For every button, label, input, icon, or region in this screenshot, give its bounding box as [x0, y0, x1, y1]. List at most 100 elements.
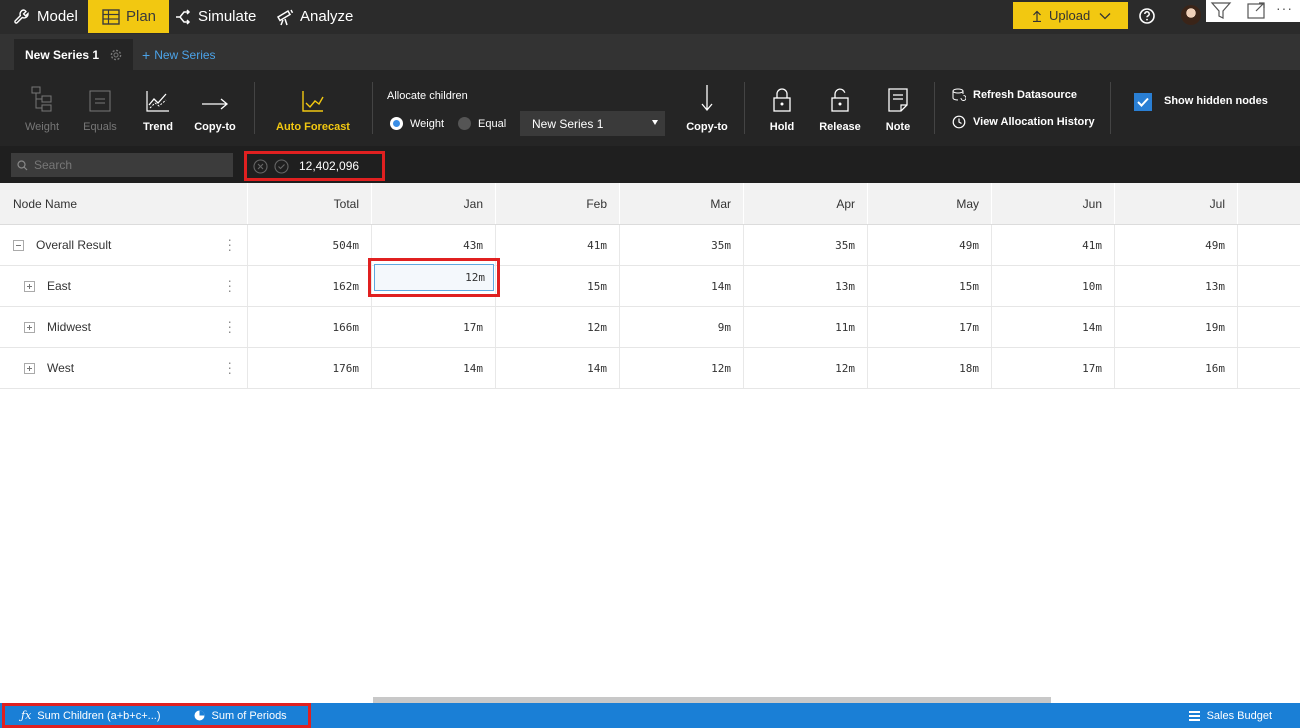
more-options-icon[interactable]: ··· [1276, 0, 1293, 16]
grid-cell[interactable]: 49m [868, 225, 992, 265]
grid-cell-total[interactable]: 176m [248, 348, 372, 388]
header-total[interactable]: Total [248, 183, 372, 224]
grid-cell[interactable]: 17m [372, 307, 496, 347]
show-hidden-nodes-checkbox[interactable] [1134, 93, 1152, 111]
search-input[interactable] [34, 158, 224, 172]
header-month[interactable]: May [868, 183, 992, 224]
help-icon[interactable] [1138, 7, 1156, 25]
history-label: View Allocation History [973, 116, 1095, 128]
copy-to-button[interactable]: Copy-to [192, 70, 238, 146]
vertical-ellipsis-icon[interactable]: · · · [227, 273, 232, 297]
grid-cell[interactable]: 12m [744, 348, 868, 388]
series-select[interactable]: New Series 1 [520, 111, 665, 136]
grid-cell[interactable]: 15m [868, 266, 992, 306]
header-month[interactable]: Apr [744, 183, 868, 224]
sum-children-formula[interactable]: ƒx Sum Children (a+b+c+...) [21, 709, 160, 722]
grid-cell[interactable]: 9m [620, 307, 744, 347]
grid-cell[interactable]: 13m [1115, 266, 1238, 306]
grid-cell[interactable]: 14m [992, 307, 1115, 347]
selected-cell[interactable]: 12m [368, 258, 500, 297]
expand-icon[interactable] [24, 280, 35, 292]
node-name-cell[interactable]: East · · · [0, 266, 248, 306]
header-month[interactable]: Feb [496, 183, 620, 224]
note-button[interactable]: Note [883, 70, 913, 146]
filter-icon[interactable] [1210, 1, 1232, 21]
grid-cell-total[interactable]: 504m [248, 225, 372, 265]
upload-button[interactable]: Upload [1013, 2, 1128, 29]
tab-new-series-1[interactable]: New Series 1 [14, 39, 133, 70]
nav-analyze[interactable]: Analyze [276, 0, 353, 33]
header-month[interactable]: Jun [992, 183, 1115, 224]
grid-cell[interactable]: 17m [868, 307, 992, 347]
nav-plan[interactable]: Plan [88, 0, 170, 33]
grid-cell[interactable]: 17m [992, 348, 1115, 388]
grid-cell[interactable]: 41m [992, 225, 1115, 265]
nav-simulate[interactable]: Simulate [174, 0, 256, 33]
confirm-circle-icon[interactable] [274, 158, 289, 174]
grid-cell[interactable]: 14m [620, 266, 744, 306]
radio-equal[interactable]: Equal [458, 117, 506, 130]
grid-cell[interactable]: 15m [496, 266, 620, 306]
telescope-icon [276, 9, 294, 25]
auto-forecast-button[interactable]: Auto Forecast [275, 70, 351, 146]
forecast-chart-icon [302, 91, 324, 112]
weight-button[interactable]: Weight [22, 70, 62, 146]
nav-label: Simulate [198, 8, 257, 25]
cancel-circle-icon[interactable] [253, 158, 268, 174]
grid-cell[interactable]: 12m [620, 348, 744, 388]
grid-cell[interactable]: 16m [1115, 348, 1238, 388]
trend-icon [146, 91, 169, 112]
trend-button[interactable]: Trend [140, 70, 176, 146]
vertical-ellipsis-icon[interactable]: · · · [227, 355, 232, 379]
refresh-datasource-link[interactable]: Refresh Datasource [952, 88, 1077, 101]
grid-cell-total[interactable]: 166m [248, 307, 372, 347]
vertical-ellipsis-icon[interactable]: · · · [227, 232, 232, 256]
grid-cell[interactable]: 14m [496, 348, 620, 388]
grid-cell[interactable]: 14m [372, 348, 496, 388]
grid-cell[interactable]: 41m [496, 225, 620, 265]
vertical-ellipsis-icon[interactable]: · · · [227, 314, 232, 338]
grid-cell[interactable]: 18m [868, 348, 992, 388]
copy-to-button-2[interactable]: Copy-to [684, 70, 730, 146]
grid-cell[interactable]: 10m [992, 266, 1115, 306]
avatar[interactable] [1181, 5, 1201, 25]
grid-cell[interactable]: 35m [620, 225, 744, 265]
sum-of-periods[interactable]: Sum of Periods [194, 710, 287, 722]
gear-icon[interactable] [110, 49, 122, 61]
focus-mode-icon[interactable] [1246, 1, 1268, 21]
grid-cell[interactable]: 35m [744, 225, 868, 265]
node-name-cell[interactable]: Overall Result · · · [0, 225, 248, 265]
grid-cell[interactable]: 13m [744, 266, 868, 306]
cell-value: 12m [835, 361, 855, 375]
header-month[interactable]: Mar [620, 183, 744, 224]
expand-icon[interactable] [24, 362, 35, 374]
hold-button[interactable]: Hold [768, 70, 796, 146]
equals-button[interactable]: Equals [81, 70, 119, 146]
node-name-cell[interactable]: West · · · [0, 348, 248, 388]
node-name-cell[interactable]: Midwest · · · [0, 307, 248, 347]
copy-to-label: Copy-to [194, 121, 236, 133]
radio-weight[interactable]: Weight [390, 117, 444, 130]
header-month[interactable]: Jul [1115, 183, 1238, 224]
ribbon-divider [372, 82, 373, 134]
collapse-icon[interactable] [13, 239, 24, 251]
grid-cell-total[interactable]: 162m [248, 266, 372, 306]
grid-cell[interactable]: 49m [1115, 225, 1238, 265]
new-series-button[interactable]: + New Series [142, 39, 216, 70]
cell-value: 10m [1082, 279, 1102, 293]
chevron-down-icon[interactable] [1099, 12, 1111, 20]
table-icon [102, 8, 120, 25]
expand-icon[interactable] [24, 321, 35, 333]
grid-cell[interactable]: 12m [496, 307, 620, 347]
nav-model[interactable]: Model [13, 0, 78, 33]
grid-cell[interactable]: 19m [1115, 307, 1238, 347]
grid-cell[interactable]: 11m [744, 307, 868, 347]
edit-value[interactable]: 12,402,096 [299, 159, 359, 173]
dataset-indicator[interactable]: Sales Budget [1188, 703, 1272, 728]
value-edit-area: 12,402,096 [244, 151, 385, 181]
release-button[interactable]: Release [819, 70, 861, 146]
header-node-name[interactable]: Node Name [0, 183, 248, 224]
view-allocation-history-link[interactable]: View Allocation History [952, 115, 1095, 129]
selected-cell-editor[interactable]: 12m [374, 264, 494, 291]
header-month[interactable]: Jan [372, 183, 496, 224]
